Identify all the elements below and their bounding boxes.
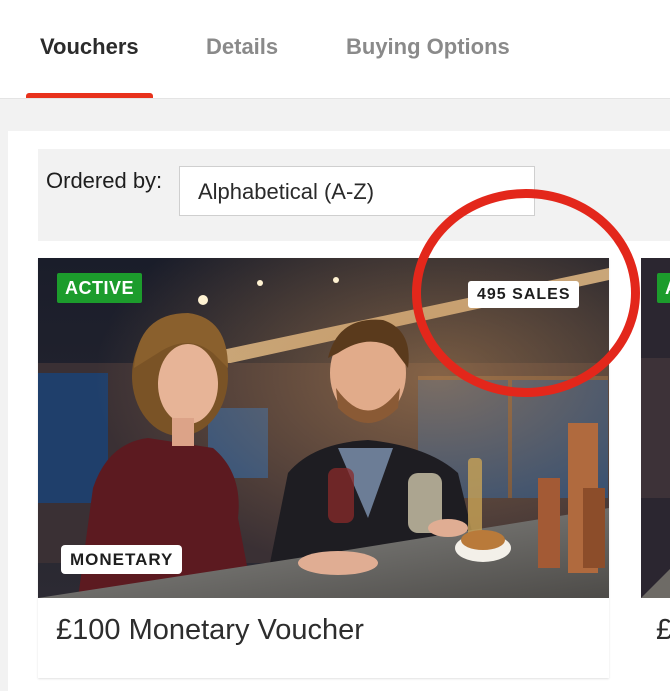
- status-badge: ACTIVE: [57, 273, 143, 303]
- highlight-circle: [412, 189, 640, 397]
- voucher-image-next: [641, 258, 670, 598]
- voucher-title-next[interactable]: £: [656, 614, 670, 647]
- tab-vouchers[interactable]: Vouchers: [40, 34, 139, 60]
- voucher-title[interactable]: £100 Monetary Voucher: [56, 614, 364, 647]
- status-badge-next: A: [657, 273, 670, 303]
- tab-buying-options[interactable]: Buying Options: [346, 34, 510, 60]
- tab-details[interactable]: Details: [206, 34, 278, 60]
- active-tab-indicator: [26, 93, 153, 98]
- voucher-type-badge: MONETARY: [61, 545, 183, 574]
- ordered-by-label: Ordered by:: [46, 168, 163, 193]
- tab-bar: Vouchers Details Buying Options: [0, 0, 670, 99]
